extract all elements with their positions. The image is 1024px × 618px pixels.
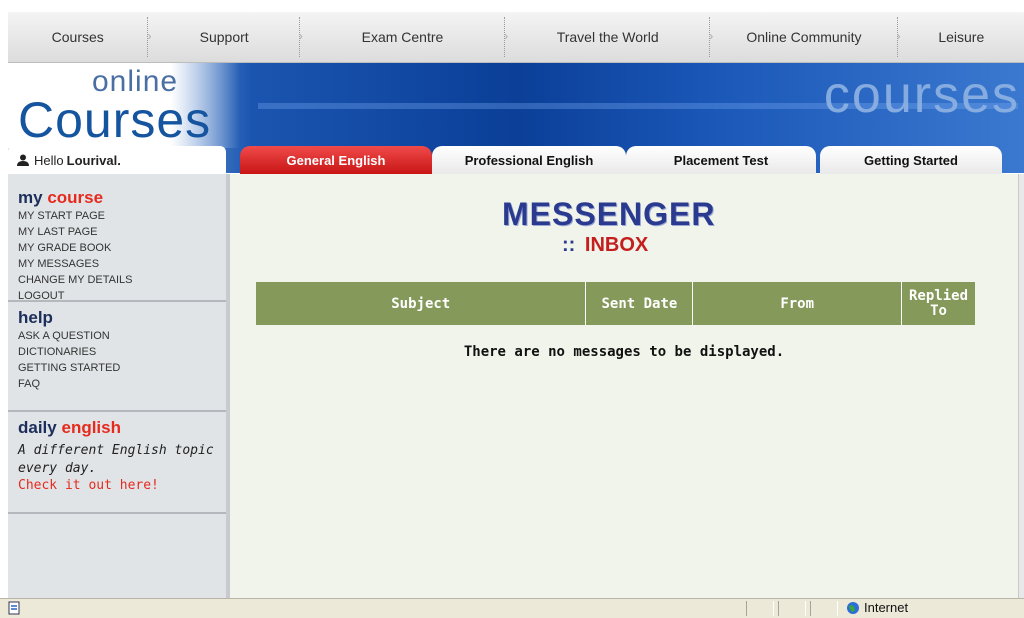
column-header-from[interactable]: From <box>692 282 903 325</box>
messages-table-header-row: Subject Sent Date From Replied To <box>256 282 975 325</box>
nav-online-community[interactable]: Online Community <box>711 12 896 62</box>
my-course-heading: my course <box>18 188 216 208</box>
nav-courses[interactable]: Courses <box>8 12 147 62</box>
daily-english-heading-a: daily <box>18 418 57 437</box>
daily-english-heading-b: english <box>61 418 121 437</box>
messages-table: Subject Sent Date From Replied To <box>256 282 975 325</box>
empty-inbox-message: There are no messages to be displayed. <box>463 344 785 360</box>
sidebar-link-my-grade-book[interactable]: MY GRADE BOOK <box>18 240 216 256</box>
main-content: MESSENGER :: INBOX Subject Sent Date Fro… <box>230 174 1018 598</box>
help-section: help ASK A QUESTION DICTIONARIES GETTING… <box>8 300 226 410</box>
sidebar-link-ask-a-question[interactable]: ASK A QUESTION <box>18 328 216 344</box>
tab-professional-english[interactable]: Professional English <box>432 146 626 174</box>
my-course-heading-a: my <box>18 188 43 207</box>
vertical-scrollbar[interactable] <box>1018 174 1024 598</box>
logo-courses-text[interactable]: Courses <box>18 91 211 149</box>
sidebar-link-faq[interactable]: FAQ <box>18 376 216 392</box>
inbox-subtitle-text: INBOX <box>584 234 649 256</box>
browser-status-bar: Internet <box>0 598 1024 618</box>
sidebar-link-change-my-details[interactable]: CHANGE MY DETAILS <box>18 272 216 288</box>
help-heading: help <box>18 308 53 327</box>
my-course-section: my course MY START PAGE MY LAST PAGE MY … <box>8 174 226 302</box>
nav-exam-centre[interactable]: Exam Centre <box>301 12 504 62</box>
status-cell <box>778 601 806 616</box>
sidebar-link-my-start-page[interactable]: MY START PAGE <box>18 208 216 224</box>
column-header-replied-to[interactable]: Replied To <box>901 282 975 325</box>
tab-getting-started[interactable]: Getting Started <box>820 146 1002 174</box>
my-course-heading-b: course <box>47 188 104 207</box>
sidebar-link-my-last-page[interactable]: MY LAST PAGE <box>18 224 216 240</box>
user-icon <box>17 154 29 166</box>
messenger-title: MESSENGER <box>502 196 716 232</box>
sidebar-footer <box>8 512 226 596</box>
globe-icon <box>847 601 859 614</box>
column-header-subject[interactable]: Subject <box>256 282 587 325</box>
sidebar-link-my-messages[interactable]: MY MESSAGES <box>18 256 216 272</box>
inbox-bullet-icon: :: <box>562 234 576 256</box>
daily-english-link[interactable]: Check it out here! <box>18 478 216 493</box>
status-cell <box>810 601 838 616</box>
inbox-subtitle: :: INBOX <box>562 234 648 257</box>
sidebar-link-getting-started[interactable]: GETTING STARTED <box>18 360 216 376</box>
page-loaded-icon <box>8 601 20 615</box>
banner-courses-title: courses <box>823 66 1020 124</box>
tab-placement-test[interactable]: Placement Test <box>626 146 816 174</box>
daily-english-description: A different English topic every day. <box>18 443 214 476</box>
nav-leisure[interactable]: Leisure <box>899 12 1024 62</box>
daily-english-section: daily english A different English topic … <box>8 410 226 512</box>
top-navigation: Courses Support Exam Centre Travel the W… <box>8 12 1024 63</box>
nav-travel-the-world[interactable]: Travel the World <box>506 12 709 62</box>
greeting-username: Lourival. <box>66 152 121 168</box>
greeting: Hello Lourival. <box>8 146 226 174</box>
sidebar: my course MY START PAGE MY LAST PAGE MY … <box>8 174 230 598</box>
security-zone-label: Internet <box>864 600 909 615</box>
daily-english-heading: daily english <box>18 418 216 438</box>
sidebar-link-dictionaries[interactable]: DICTIONARIES <box>18 344 216 360</box>
greeting-prefix: Hello <box>34 152 64 168</box>
column-header-sent-date[interactable]: Sent Date <box>585 282 694 325</box>
security-zone: Internet <box>846 600 908 615</box>
course-tabs: General English Professional English Pla… <box>230 146 1024 174</box>
tab-general-english[interactable]: General English <box>240 146 432 174</box>
nav-support[interactable]: Support <box>149 12 298 62</box>
status-cell <box>746 601 774 616</box>
